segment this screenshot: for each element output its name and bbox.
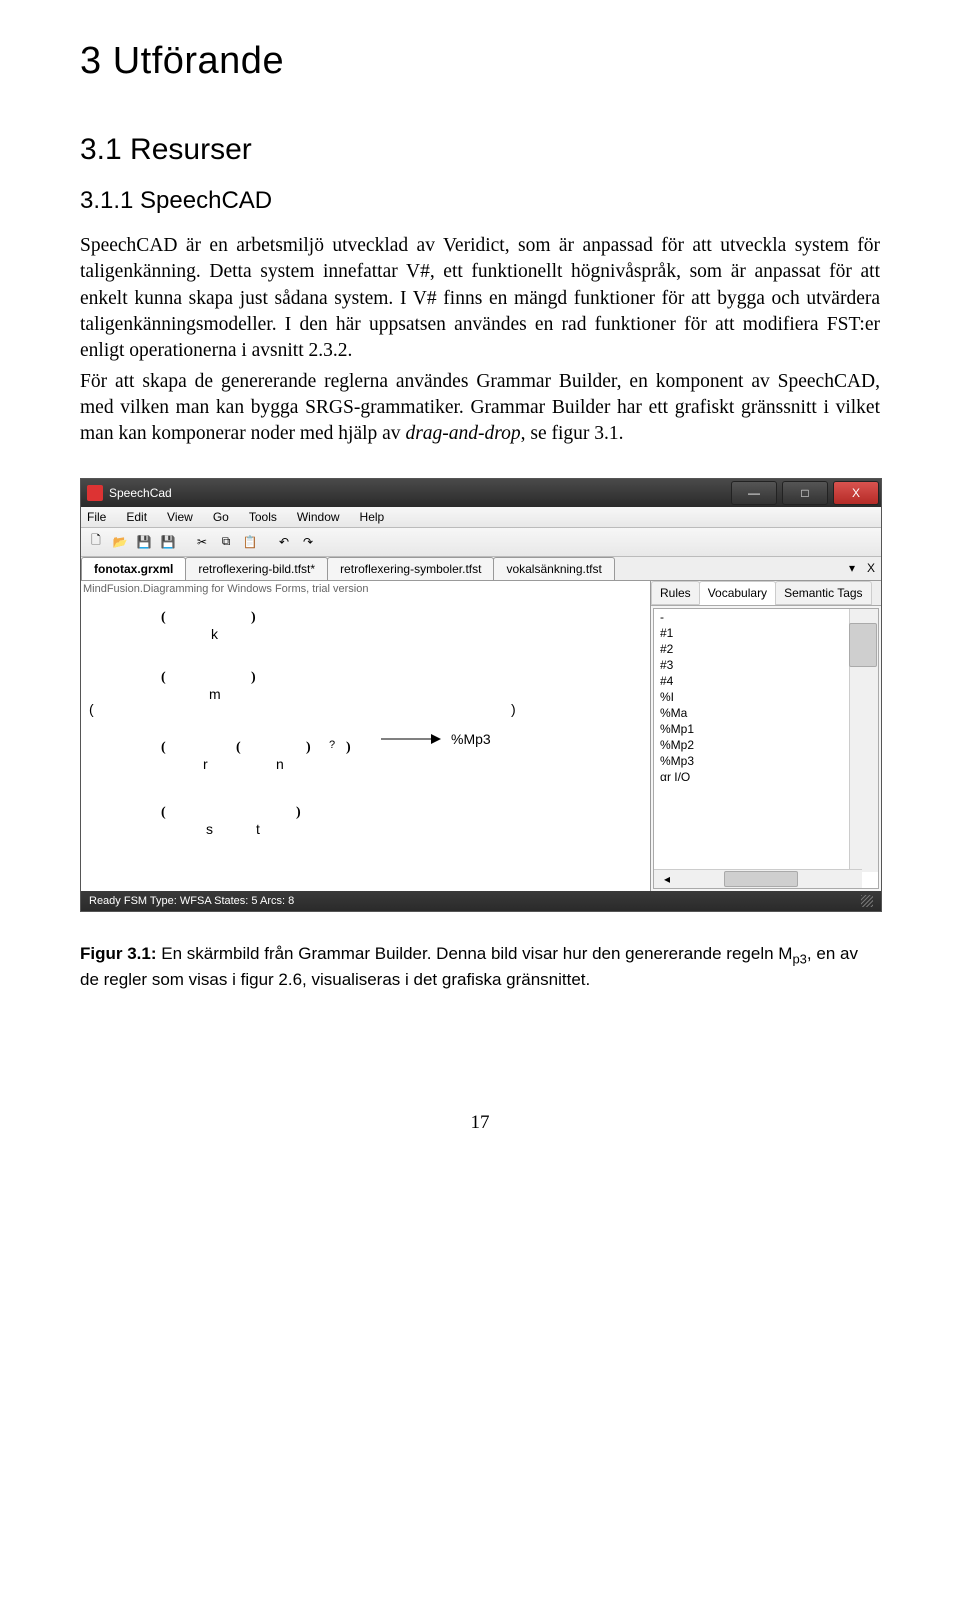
window-titlebar: SpeechCad — □ X bbox=[81, 479, 881, 507]
toolbar: 🗋 📂 💾 💾 ✂ ⧉ 📋 ↶ ↷ bbox=[81, 528, 881, 557]
quantifier: ? bbox=[329, 739, 335, 751]
tab-vokalsankning[interactable]: vokalsänkning.tfst bbox=[493, 557, 614, 580]
undo-icon[interactable]: ↶ bbox=[273, 531, 295, 553]
symbol-s: s bbox=[206, 821, 213, 837]
paren-open: ( bbox=[161, 671, 166, 685]
grammar-canvas[interactable]: MindFusion.Diagramming for Windows Forms… bbox=[81, 581, 651, 891]
paren-close: ) bbox=[511, 701, 516, 717]
status-text: Ready FSM Type: WFSA States: 5 Arcs: 8 bbox=[89, 895, 294, 907]
list-item[interactable]: %Ma bbox=[654, 705, 878, 721]
tab-retroflexering-bild[interactable]: retroflexering-bild.tfst* bbox=[185, 557, 328, 580]
list-item[interactable]: - bbox=[654, 609, 878, 625]
list-item[interactable]: #3 bbox=[654, 657, 878, 673]
tab-close-icon[interactable]: X bbox=[861, 561, 881, 575]
paren-open: ( bbox=[236, 741, 241, 755]
tab-dropdown-icon[interactable]: ▾ bbox=[843, 561, 861, 575]
window-title: SpeechCad bbox=[109, 486, 728, 500]
symbol-m: m bbox=[209, 686, 221, 702]
symbol-t: t bbox=[256, 821, 260, 837]
resize-grip-icon[interactable] bbox=[861, 895, 873, 907]
save-icon[interactable]: 💾 bbox=[133, 531, 155, 553]
list-item[interactable]: %I bbox=[654, 689, 878, 705]
save-all-icon[interactable]: 💾 bbox=[157, 531, 179, 553]
cut-icon[interactable]: ✂ bbox=[191, 531, 213, 553]
menu-go[interactable]: Go bbox=[213, 510, 229, 524]
open-file-icon[interactable]: 📂 bbox=[109, 531, 131, 553]
scrollbar-thumb[interactable] bbox=[849, 623, 877, 667]
rule-label: %Mp3 bbox=[451, 731, 491, 747]
sidetab-semantic-tags[interactable]: Semantic Tags bbox=[775, 581, 872, 605]
figure-caption: Figur 3.1: En skärmbild från Grammar Bui… bbox=[80, 942, 880, 992]
sidetab-rules[interactable]: Rules bbox=[651, 581, 700, 605]
scrollbar-horizontal[interactable]: ◂ bbox=[654, 869, 862, 888]
body-paragraph-1: SpeechCAD är en arbetsmiljö utvecklad av… bbox=[80, 233, 880, 365]
document-tabstrip: fonotax.grxml retroflexering-bild.tfst* … bbox=[81, 557, 881, 581]
menubar: File Edit View Go Tools Window Help bbox=[81, 507, 881, 528]
list-item[interactable]: %Mp2 bbox=[654, 737, 878, 753]
list-item[interactable]: #2 bbox=[654, 641, 878, 657]
paren-close: ) bbox=[251, 611, 256, 625]
caption-label: Figur 3.1: bbox=[80, 944, 157, 963]
app-icon bbox=[87, 485, 103, 501]
paren-open: ( bbox=[161, 611, 166, 625]
symbol-n: n bbox=[276, 756, 284, 772]
paren-close: ) bbox=[296, 806, 301, 820]
chapter-heading: 3 Utförande bbox=[80, 40, 880, 83]
menu-file[interactable]: File bbox=[87, 510, 106, 524]
list-item[interactable]: #1 bbox=[654, 625, 878, 641]
paren-close: ) bbox=[251, 671, 256, 685]
new-file-icon[interactable]: 🗋 bbox=[85, 531, 107, 553]
speechcad-window: SpeechCad — □ X File Edit View Go Tools … bbox=[80, 478, 882, 912]
list-item[interactable]: αr I/O bbox=[654, 769, 878, 785]
menu-view[interactable]: View bbox=[167, 510, 193, 524]
section-heading: 3.1 Resurser bbox=[80, 133, 880, 167]
close-button[interactable]: X bbox=[833, 481, 879, 505]
paste-icon[interactable]: 📋 bbox=[239, 531, 261, 553]
maximize-button[interactable]: □ bbox=[782, 481, 828, 505]
paren-close: ) bbox=[346, 741, 351, 755]
menu-tools[interactable]: Tools bbox=[249, 510, 277, 524]
menu-edit[interactable]: Edit bbox=[126, 510, 147, 524]
tab-retroflexering-symboler[interactable]: retroflexering-symboler.tfst bbox=[327, 557, 494, 580]
sidetab-vocabulary[interactable]: Vocabulary bbox=[699, 581, 776, 605]
page-number: 17 bbox=[80, 1112, 880, 1134]
status-bar: Ready FSM Type: WFSA States: 5 Arcs: 8 bbox=[81, 891, 881, 911]
list-item[interactable]: %Mp1 bbox=[654, 721, 878, 737]
tab-fonotax[interactable]: fonotax.grxml bbox=[81, 557, 186, 580]
scrollbar-thumb[interactable] bbox=[724, 871, 798, 887]
copy-icon[interactable]: ⧉ bbox=[215, 531, 237, 553]
arrow-icon bbox=[381, 731, 441, 750]
body-paragraph-2: För att skapa de genererande reglerna an… bbox=[80, 369, 880, 448]
paren-close: ) bbox=[306, 741, 311, 755]
figure-3-1: SpeechCad — □ X File Edit View Go Tools … bbox=[80, 478, 880, 992]
menu-help[interactable]: Help bbox=[360, 510, 385, 524]
redo-icon[interactable]: ↷ bbox=[297, 531, 319, 553]
list-item[interactable]: #4 bbox=[654, 673, 878, 689]
symbol-r: r bbox=[203, 756, 208, 772]
paren-open: ( bbox=[161, 806, 166, 820]
paren-open: ( bbox=[89, 701, 94, 717]
menu-window[interactable]: Window bbox=[297, 510, 340, 524]
trial-watermark: MindFusion.Diagramming for Windows Forms… bbox=[83, 583, 368, 595]
paren-open: ( bbox=[161, 741, 166, 755]
subsection-heading: 3.1.1 SpeechCAD bbox=[80, 187, 880, 215]
vocabulary-list[interactable]: - #1 #2 #3 #4 %I %Ma %Mp1 %Mp2 %Mp3 αr I… bbox=[653, 608, 879, 889]
minimize-button[interactable]: — bbox=[731, 481, 777, 505]
scrollbar-vertical[interactable] bbox=[849, 609, 878, 872]
symbol-k: k bbox=[211, 626, 218, 642]
list-item[interactable]: %Mp3 bbox=[654, 753, 878, 769]
side-panel: Rules Vocabulary Semantic Tags - #1 #2 #… bbox=[651, 581, 881, 891]
